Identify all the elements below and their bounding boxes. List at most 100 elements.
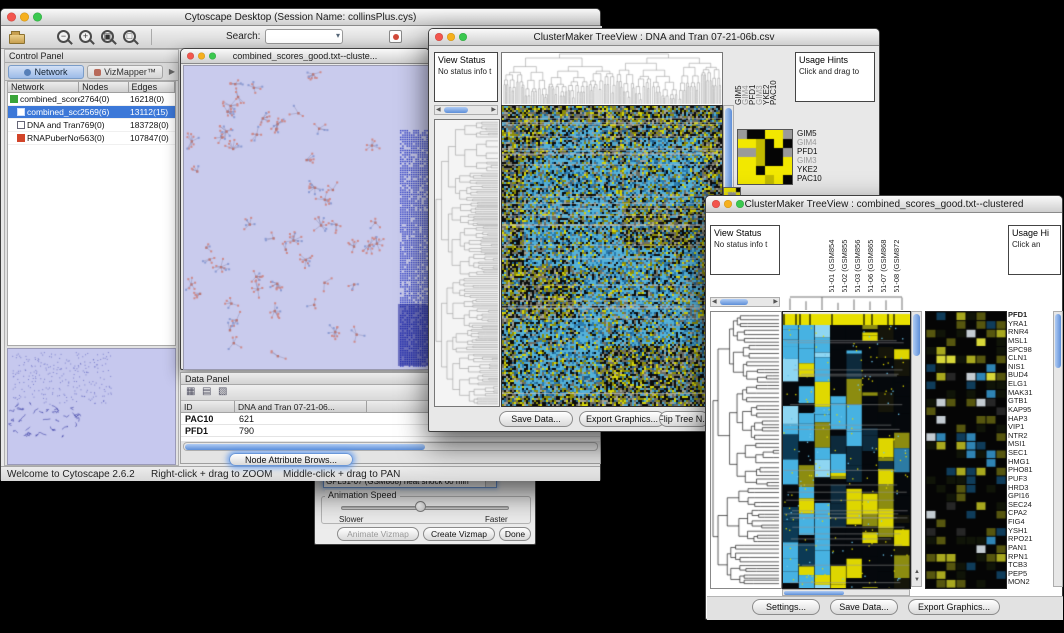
animate-vizmap-button[interactable]: Animate Vizmap [337,527,419,541]
node-attribute-browser-button[interactable]: Node Attribute Brows... [229,453,353,466]
treeview-dna-titlebar[interactable]: ClusterMaker TreeView : DNA and Tran 07-… [429,29,879,46]
network-canvas[interactable] [183,65,429,370]
scroll-down-icon[interactable]: ▼ [914,576,920,585]
tab-overflow-icon[interactable]: ▶ [169,67,175,76]
dna-column-dendrogram[interactable] [501,52,723,106]
gene-label[interactable]: NIS1 [1008,363,1052,372]
gene-label[interactable]: YSH1 [1008,527,1052,536]
close-button[interactable] [7,13,16,22]
column-header[interactable]: Nodes [79,82,128,92]
dna-row-dendrogram[interactable] [434,119,500,407]
minimize-button[interactable] [198,53,205,60]
tab-network[interactable]: Network [8,65,84,79]
gene-label[interactable]: PAN1 [1008,544,1052,553]
gene-label[interactable]: GTB1 [1008,397,1052,406]
gene-label[interactable]: GIM3 [797,156,837,165]
slider-thumb[interactable] [415,501,426,512]
zoom-in-icon[interactable]: + [79,30,92,43]
scroll-left-icon[interactable]: ◀ [712,298,717,307]
network-row[interactable]: combined_scores2764(0)16218(0) [8,93,175,106]
close-button[interactable] [435,33,443,41]
minimize-button[interactable] [20,13,29,22]
select-attributes-icon[interactable]: ▦ [186,386,195,398]
hscroll-thumb[interactable] [185,444,425,450]
vscroll-thumb[interactable] [913,314,920,356]
scroll-left-icon[interactable]: ◀ [436,106,441,115]
scroll-right-icon[interactable]: ▶ [491,106,496,115]
combined-row-dendrogram[interactable] [710,311,782,589]
treeview-button[interactable]: Save Data... [499,411,573,427]
gene-label[interactable]: RPO21 [1008,535,1052,544]
gene-label[interactable]: SPC98 [1008,346,1052,355]
gene-label[interactable]: KAP95 [1008,406,1052,415]
network-view-titlebar[interactable]: combined_scores_good.txt--cluste... [181,49,429,64]
column-header[interactable]: Edges [129,82,175,92]
gene-label[interactable]: HMG1 [1008,458,1052,467]
treeview-combined-titlebar[interactable]: ClusterMaker TreeView : combined_scores_… [706,196,1062,213]
gene-label[interactable]: MON2 [1008,578,1052,587]
treeview-button[interactable]: Flip Tree N... [659,411,709,427]
delete-attribute-icon[interactable]: ▧ [218,386,227,398]
gene-label[interactable]: SEC1 [1008,449,1052,458]
create-vizmap-button[interactable]: Create Vizmap [423,527,495,541]
gene-label[interactable]: PEP5 [1008,570,1052,579]
combined-mini-hscrollbar[interactable]: ◀ ▶ [710,297,780,307]
gene-label[interactable]: RNR4 [1008,328,1052,337]
network-row[interactable]: RNAPuberNov2563(0)107847(0) [8,132,175,145]
network-row[interactable]: combined_sco2569(6)13112(15) [8,106,175,119]
zoom-button[interactable] [736,200,744,208]
network-overview[interactable] [7,348,176,465]
gene-label[interactable]: MSL1 [1008,337,1052,346]
gene-label[interactable]: RPN1 [1008,553,1052,562]
gene-label[interactable]: TCB3 [1008,561,1052,570]
dna-heatmap[interactable] [501,105,723,407]
treeview-button[interactable]: Save Data... [830,599,898,615]
combined-vscrollbar[interactable]: ▲ ▼ [911,311,922,587]
column-header[interactable]: ID [181,401,235,412]
combined-column-dendrogram[interactable] [782,292,910,310]
gene-label[interactable]: GPI16 [1008,492,1052,501]
gene-label[interactable]: BUD4 [1008,371,1052,380]
gene-label[interactable]: PAC10 [797,174,837,183]
gene-label[interactable]: ELG1 [1008,380,1052,389]
gene-label[interactable]: SEC24 [1008,501,1052,510]
search-input[interactable]: ▾ [265,29,343,44]
zoom-button[interactable] [33,13,42,22]
data-panel-hscrollbar[interactable] [183,442,598,451]
gene-label[interactable]: CLN1 [1008,354,1052,363]
gene-label[interactable]: GIM5 [797,129,837,138]
minimize-button[interactable] [447,33,455,41]
scroll-right-icon[interactable]: ▶ [773,298,778,307]
combined-zoom-heatmap[interactable] [925,311,1007,589]
gene-label[interactable]: YRA1 [1008,320,1052,329]
network-overview-canvas[interactable] [8,349,175,464]
gene-label[interactable]: PHO81 [1008,466,1052,475]
gene-label[interactable]: PFD1 [797,147,837,156]
gene-label[interactable]: YKE2 [797,165,837,174]
close-button[interactable] [187,53,194,60]
zoom-button[interactable] [459,33,467,41]
treeview-button[interactable]: Export Graphics... [908,599,1000,615]
minimize-button[interactable] [724,200,732,208]
vscroll-thumb[interactable] [1055,314,1061,368]
column-header[interactable]: Network [8,82,79,92]
gene-label[interactable]: GIM4 [797,138,837,147]
new-attribute-icon[interactable]: ▤ [202,386,211,398]
zoom-out-icon[interactable]: − [57,30,70,43]
dropdown-arrow-icon[interactable]: ▾ [336,31,340,40]
gene-label[interactable]: NTR2 [1008,432,1052,441]
hscroll-thumb[interactable] [720,299,748,305]
main-titlebar[interactable]: Cytoscape Desktop (Session Name: collins… [1,9,600,26]
treeview-button[interactable]: Settings... [752,599,820,615]
gene-label[interactable]: HRD3 [1008,484,1052,493]
dna-mini-hscrollbar[interactable]: ◀ ▶ [434,105,498,115]
network-row[interactable]: DNA and Tran 0769(0)183728(0) [8,119,175,132]
gene-label[interactable]: MSI1 [1008,440,1052,449]
gene-label[interactable]: CPA2 [1008,509,1052,518]
gene-label[interactable]: HAP3 [1008,415,1052,424]
network-table-header[interactable]: NetworkNodesEdges [8,82,175,93]
gene-label[interactable]: PUF3 [1008,475,1052,484]
column-header[interactable]: DNA and Tran 07-21-06... [235,401,367,412]
combined-right-vscrollbar[interactable] [1053,311,1063,587]
zoom-fit-icon[interactable]: □ [123,30,136,43]
